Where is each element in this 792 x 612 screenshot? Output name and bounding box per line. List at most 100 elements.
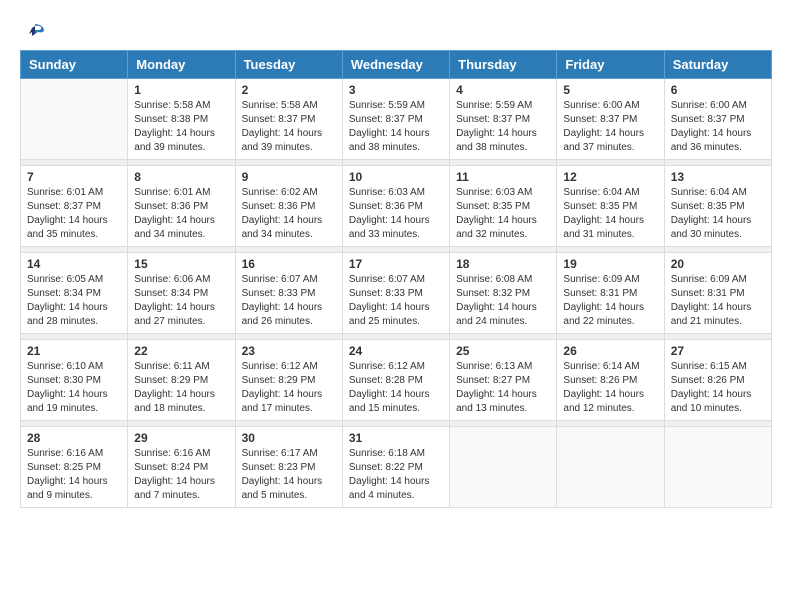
calendar-cell: 12 Sunrise: 6:04 AM Sunset: 8:35 PM Dayli… (557, 166, 664, 247)
day-number: 20 (671, 257, 765, 271)
day-number: 25 (456, 344, 550, 358)
weekday-header-tuesday: Tuesday (235, 51, 342, 79)
day-info: Sunrise: 6:17 AM Sunset: 8:23 PM Dayligh… (242, 447, 336, 503)
day-info: Sunrise: 6:09 AM Sunset: 8:31 PM Dayligh… (671, 273, 765, 329)
day-info: Sunrise: 6:02 AM Sunset: 8:36 PM Dayligh… (242, 186, 336, 242)
calendar-week-4: 21 Sunrise: 6:10 AM Sunset: 8:30 PM Dayli… (21, 340, 772, 421)
day-number: 6 (671, 83, 765, 97)
day-number: 13 (671, 170, 765, 184)
day-number: 15 (134, 257, 228, 271)
day-number: 23 (242, 344, 336, 358)
calendar-cell: 5 Sunrise: 6:00 AM Sunset: 8:37 PM Daylig… (557, 79, 664, 160)
day-number: 10 (349, 170, 443, 184)
calendar-cell (557, 427, 664, 508)
day-info: Sunrise: 6:10 AM Sunset: 8:30 PM Dayligh… (27, 360, 121, 416)
day-info: Sunrise: 6:00 AM Sunset: 8:37 PM Dayligh… (563, 99, 657, 155)
calendar-cell: 1Sunrise: 5:58 AM Sunset: 8:38 PM Daylig… (128, 79, 235, 160)
day-number: 16 (242, 257, 336, 271)
weekday-header-friday: Friday (557, 51, 664, 79)
page-header (20, 20, 772, 40)
calendar-cell: 31 Sunrise: 6:18 AM Sunset: 8:22 PM Dayli… (342, 427, 449, 508)
day-number: 17 (349, 257, 443, 271)
calendar-table: SundayMondayTuesdayWednesdayThursdayFrid… (20, 50, 772, 508)
day-number: 18 (456, 257, 550, 271)
day-info: Sunrise: 6:00 AM Sunset: 8:37 PM Dayligh… (671, 99, 765, 155)
day-info: Sunrise: 6:06 AM Sunset: 8:34 PM Dayligh… (134, 273, 228, 329)
day-number: 9 (242, 170, 336, 184)
day-info: Sunrise: 6:01 AM Sunset: 8:37 PM Dayligh… (27, 186, 121, 242)
logo (20, 20, 46, 40)
day-number: 29 (134, 431, 228, 445)
calendar-cell: 11 Sunrise: 6:03 AM Sunset: 8:35 PM Dayli… (450, 166, 557, 247)
calendar-cell: 28Sunrise: 6:16 AM Sunset: 8:25 PM Dayli… (21, 427, 128, 508)
calendar-cell: 24 Sunrise: 6:12 AM Sunset: 8:28 PM Dayli… (342, 340, 449, 421)
day-number: 30 (242, 431, 336, 445)
calendar-cell: 8 Sunrise: 6:01 AM Sunset: 8:36 PM Daylig… (128, 166, 235, 247)
day-info: Sunrise: 6:04 AM Sunset: 8:35 PM Dayligh… (563, 186, 657, 242)
calendar-cell (21, 79, 128, 160)
day-number: 19 (563, 257, 657, 271)
day-info: Sunrise: 6:11 AM Sunset: 8:29 PM Dayligh… (134, 360, 228, 416)
calendar-week-5: 28Sunrise: 6:16 AM Sunset: 8:25 PM Dayli… (21, 427, 772, 508)
day-info: Sunrise: 6:18 AM Sunset: 8:22 PM Dayligh… (349, 447, 443, 503)
day-info: Sunrise: 6:12 AM Sunset: 8:28 PM Dayligh… (349, 360, 443, 416)
day-info: Sunrise: 6:01 AM Sunset: 8:36 PM Dayligh… (134, 186, 228, 242)
calendar-week-2: 7Sunrise: 6:01 AM Sunset: 8:37 PM Daylig… (21, 166, 772, 247)
day-number: 24 (349, 344, 443, 358)
weekday-header-wednesday: Wednesday (342, 51, 449, 79)
day-number: 5 (563, 83, 657, 97)
calendar-cell: 14 Sunrise: 6:05 AM Sunset: 8:34 PM Dayli… (21, 253, 128, 334)
calendar-cell: 25 Sunrise: 6:13 AM Sunset: 8:27 PM Dayli… (450, 340, 557, 421)
day-number: 1 (134, 83, 228, 97)
day-info: Sunrise: 6:13 AM Sunset: 8:27 PM Dayligh… (456, 360, 550, 416)
calendar-cell: 20 Sunrise: 6:09 AM Sunset: 8:31 PM Dayli… (664, 253, 771, 334)
calendar-cell: 16Sunrise: 6:07 AM Sunset: 8:33 PM Dayli… (235, 253, 342, 334)
day-number: 3 (349, 83, 443, 97)
calendar-cell: 26Sunrise: 6:14 AM Sunset: 8:26 PM Dayli… (557, 340, 664, 421)
day-info: Sunrise: 6:03 AM Sunset: 8:35 PM Dayligh… (456, 186, 550, 242)
day-info: Sunrise: 6:08 AM Sunset: 8:32 PM Dayligh… (456, 273, 550, 329)
calendar-cell: 19Sunrise: 6:09 AM Sunset: 8:31 PM Dayli… (557, 253, 664, 334)
day-number: 14 (27, 257, 121, 271)
calendar-cell: 21 Sunrise: 6:10 AM Sunset: 8:30 PM Dayli… (21, 340, 128, 421)
calendar-cell (450, 427, 557, 508)
day-info: Sunrise: 6:15 AM Sunset: 8:26 PM Dayligh… (671, 360, 765, 416)
day-number: 27 (671, 344, 765, 358)
calendar-cell: 15 Sunrise: 6:06 AM Sunset: 8:34 PM Dayli… (128, 253, 235, 334)
weekday-header-sunday: Sunday (21, 51, 128, 79)
day-info: Sunrise: 6:03 AM Sunset: 8:36 PM Dayligh… (349, 186, 443, 242)
calendar-cell: 13Sunrise: 6:04 AM Sunset: 8:35 PM Dayli… (664, 166, 771, 247)
calendar-cell: 6 Sunrise: 6:00 AM Sunset: 8:37 PM Daylig… (664, 79, 771, 160)
day-number: 22 (134, 344, 228, 358)
calendar-header-row: SundayMondayTuesdayWednesdayThursdayFrid… (21, 51, 772, 79)
day-info: Sunrise: 6:05 AM Sunset: 8:34 PM Dayligh… (27, 273, 121, 329)
day-number: 12 (563, 170, 657, 184)
calendar-cell: 4Sunrise: 5:59 AM Sunset: 8:37 PM Daylig… (450, 79, 557, 160)
calendar-cell: 18 Sunrise: 6:08 AM Sunset: 8:32 PM Dayli… (450, 253, 557, 334)
calendar-cell: 10 Sunrise: 6:03 AM Sunset: 8:36 PM Dayli… (342, 166, 449, 247)
day-number: 4 (456, 83, 550, 97)
calendar-cell: 29 Sunrise: 6:16 AM Sunset: 8:24 PM Dayli… (128, 427, 235, 508)
calendar-cell: 3 Sunrise: 5:59 AM Sunset: 8:37 PM Daylig… (342, 79, 449, 160)
day-number: 31 (349, 431, 443, 445)
calendar-cell: 23 Sunrise: 6:12 AM Sunset: 8:29 PM Dayli… (235, 340, 342, 421)
day-number: 11 (456, 170, 550, 184)
calendar-cell: 27 Sunrise: 6:15 AM Sunset: 8:26 PM Dayli… (664, 340, 771, 421)
day-info: Sunrise: 6:16 AM Sunset: 8:24 PM Dayligh… (134, 447, 228, 503)
day-number: 26 (563, 344, 657, 358)
logo-bird-icon (24, 20, 46, 42)
calendar-cell: 2 Sunrise: 5:58 AM Sunset: 8:37 PM Daylig… (235, 79, 342, 160)
day-number: 21 (27, 344, 121, 358)
day-info: Sunrise: 5:58 AM Sunset: 8:37 PM Dayligh… (242, 99, 336, 155)
calendar-cell: 17 Sunrise: 6:07 AM Sunset: 8:33 PM Dayli… (342, 253, 449, 334)
calendar-cell: 22 Sunrise: 6:11 AM Sunset: 8:29 PM Dayli… (128, 340, 235, 421)
calendar-week-3: 14 Sunrise: 6:05 AM Sunset: 8:34 PM Dayli… (21, 253, 772, 334)
day-info: Sunrise: 6:16 AM Sunset: 8:25 PM Dayligh… (27, 447, 121, 503)
day-info: Sunrise: 6:12 AM Sunset: 8:29 PM Dayligh… (242, 360, 336, 416)
day-info: Sunrise: 6:07 AM Sunset: 8:33 PM Dayligh… (349, 273, 443, 329)
day-info: Sunrise: 5:59 AM Sunset: 8:37 PM Dayligh… (349, 99, 443, 155)
day-number: 2 (242, 83, 336, 97)
calendar-cell (664, 427, 771, 508)
day-number: 8 (134, 170, 228, 184)
calendar-cell: 30 Sunrise: 6:17 AM Sunset: 8:23 PM Dayli… (235, 427, 342, 508)
